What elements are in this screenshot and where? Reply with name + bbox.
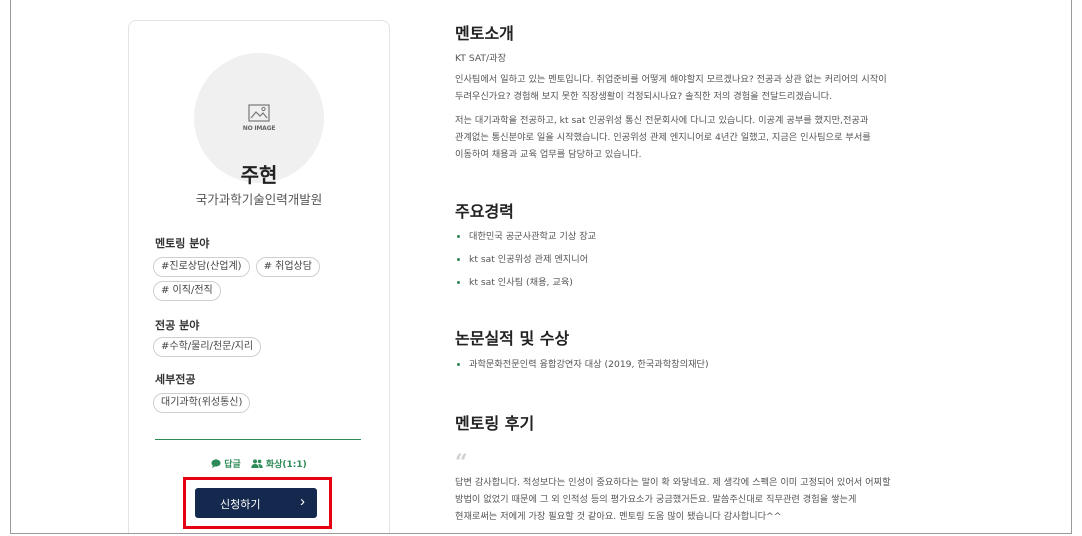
section-label-mentoring-field: 멘토링 분야 xyxy=(155,237,210,250)
section-label-major-field: 전공 분야 xyxy=(155,319,200,332)
paragraph-line: 두려우신가요? 경험해 보지 못한 직장생활이 걱정되시나요? 솔직한 저의 경… xyxy=(455,91,833,102)
divider xyxy=(155,439,361,440)
career-list: 대한민국 공군사관학교 기상 장교 kt sat 인공위성 관제 엔지니어 kt… xyxy=(455,230,596,299)
review-line: 방법이 없었기 때문에 그 외 인적성 등의 평가요소가 궁금했거든요. 말씀주… xyxy=(455,494,857,505)
people-icon xyxy=(251,459,263,468)
image-placeholder-icon xyxy=(248,104,270,122)
tag[interactable]: #수학/물리/천문/지리 xyxy=(153,337,262,357)
paragraph-line: 인사팀에서 일하고 있는 멘토입니다. 취업준비를 어떻게 해야할지 모르겠나요… xyxy=(455,74,887,85)
mentor-profile-card: NO IMAGE 주현 국가과학기술인력개발원 멘토링 분야 #진로상담(산업계… xyxy=(128,20,390,533)
chat-bubble-icon xyxy=(211,459,221,468)
paragraph-line: 관계없는 통신분야로 일을 시작했습니다. 인공위성 관제 엔지니어로 4년간 … xyxy=(455,132,871,143)
mentor-organization: 국가과학기술인력개발원 xyxy=(195,192,323,207)
paragraph-line: 이동하여 채용과 교육 업무를 담당하고 있습니다. xyxy=(455,149,642,160)
tag[interactable]: # 취업상담 xyxy=(255,257,320,277)
intro-paragraph: 인사팀에서 일하고 있는 멘토입니다. 취업준비를 어떻게 해야할지 모르겠나요… xyxy=(455,71,995,105)
review-line: 답변 감사합니다. 적성보다는 인성이 중요하다는 말이 확 와닿네요. 제 생… xyxy=(455,477,891,488)
page-frame: NO IMAGE 주현 국가과학기술인력개발원 멘토링 분야 #진로상담(산업계… xyxy=(10,0,1072,534)
section-label-detail-major: 세부전공 xyxy=(155,373,196,386)
chevron-right-icon: › xyxy=(300,493,305,510)
apply-button[interactable]: 신청하기 › xyxy=(195,488,317,518)
review-text: 답변 감사합니다. 적성보다는 인성이 중요하다는 말이 확 와닿네요. 제 생… xyxy=(455,474,995,525)
awards-list: 과학문화전문인력 융합강연자 대상 (2019, 한국과학창의재단) xyxy=(455,358,709,381)
mentor-name: 주현 xyxy=(240,163,278,187)
apply-highlight: 신청하기 › xyxy=(183,477,332,529)
quote-mark-icon: “ xyxy=(455,450,468,476)
video-method: 화상(1:1) xyxy=(251,457,307,470)
no-image-label: NO IMAGE xyxy=(242,125,276,132)
tag[interactable]: #진로상담(산업계) xyxy=(153,257,250,277)
reply-method: 답글 xyxy=(211,457,241,470)
intro-title: 멘토소개 xyxy=(455,24,514,43)
career-title: 주요경력 xyxy=(455,202,514,221)
intro-paragraph: 저는 대기과학을 전공하고, kt sat 인공위성 통신 전문회사에 다니고 … xyxy=(455,112,995,163)
mentoring-field-tags: #진로상담(산업계) # 취업상담 # 이직/전직 xyxy=(153,257,368,301)
review-title: 멘토링 후기 xyxy=(455,414,535,433)
intro-position: KT SAT/과장 xyxy=(455,53,507,64)
major-field-tags: #수학/물리/천문/지리 xyxy=(153,337,368,357)
review-line: 현재로써는 저에게 가장 필요할 것 같아요. 멘토링 도움 많이 됐습니다 감… xyxy=(455,511,782,522)
list-item: kt sat 인공위성 관제 엔지니어 xyxy=(455,253,596,276)
mentoring-methods: 답글 화상(1:1) xyxy=(129,457,389,470)
video-label: 화상(1:1) xyxy=(265,460,307,470)
tag[interactable]: # 이직/전직 xyxy=(153,281,221,301)
paragraph-line: 저는 대기과학을 전공하고, kt sat 인공위성 통신 전문회사에 다니고 … xyxy=(455,115,869,126)
reply-label: 답글 xyxy=(224,460,241,470)
list-item: 대한민국 공군사관학교 기상 장교 xyxy=(455,230,596,253)
awards-title: 논문실적 및 수상 xyxy=(455,329,570,348)
detail-major-tags: 대기과학(위성통신) xyxy=(153,393,368,413)
apply-button-label: 신청하기 xyxy=(220,499,261,511)
list-item: kt sat 인사팀 (채용, 교육) xyxy=(455,276,596,299)
tag[interactable]: 대기과학(위성통신) xyxy=(153,393,251,413)
list-item: 과학문화전문인력 융합강연자 대상 (2019, 한국과학창의재단) xyxy=(455,358,709,381)
